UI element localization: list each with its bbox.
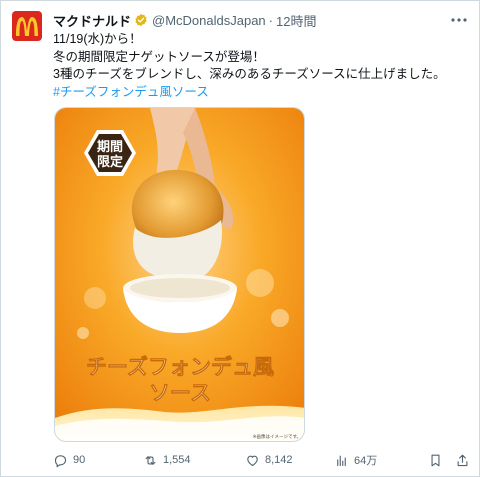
limited-badge-line2: 限定: [97, 154, 123, 170]
tweet-card[interactable]: マクドナルド @McDonaldsJapan · 12時間 11/19(水)から…: [0, 0, 480, 477]
reply-button[interactable]: 90: [53, 450, 85, 470]
retweet-count: 1,554: [163, 454, 191, 466]
reply-icon: [54, 454, 67, 467]
more-options-icon[interactable]: [449, 11, 469, 29]
author-handle[interactable]: @McDonaldsJapan: [152, 13, 266, 28]
retweet-icon: [145, 455, 156, 465]
tweet-text: 11/19(水)から！ 冬の期間限定ナゲットソースが登場！ 3種のチーズをブレン…: [53, 31, 473, 101]
tweet-actions: 90 1,554 8,142 64万: [53, 450, 473, 470]
author-name[interactable]: マクドナルド: [53, 11, 131, 30]
like-button[interactable]: 8,142: [245, 450, 293, 470]
reply-count: 90: [73, 454, 86, 466]
share-button[interactable]: [455, 450, 470, 470]
tweet-text-line-1: 11/19(水)から！: [53, 32, 142, 46]
bookmark-button[interactable]: [428, 450, 443, 470]
tweet-media-image[interactable]: 期間 限定 チーズフォンデュ風 ソース ※画像はイメージです。: [54, 107, 305, 442]
views-chart-icon: [337, 455, 346, 466]
limited-badge-line1: 期間: [97, 140, 123, 155]
views-button[interactable]: 64万: [334, 450, 377, 470]
promo-title-line2: ソース: [149, 381, 211, 405]
promo-image: 期間 限定 チーズフォンデュ風 ソース ※画像はイメージです。: [55, 108, 304, 441]
like-count: 8,142: [265, 454, 293, 466]
bookmark-icon: [431, 454, 440, 466]
hashtag-link[interactable]: #チーズフォンデュ風ソース: [53, 84, 473, 102]
tweet-timestamp[interactable]: 12時間: [276, 11, 316, 30]
avatar[interactable]: [12, 11, 42, 41]
retweet-button[interactable]: 1,554: [143, 450, 191, 470]
share-icon: [457, 454, 468, 466]
separator-dot: ·: [268, 12, 274, 28]
views-count: 64万: [354, 455, 378, 467]
verified-badge-icon: [135, 13, 147, 27]
promo-title-line1: チーズフォンデュ風: [86, 355, 274, 379]
tweet-text-line-2: 冬の期間限定ナゲットソースが登場！: [53, 49, 265, 64]
mcdonalds-logo-icon: [16, 17, 38, 36]
heart-icon: [247, 455, 258, 466]
tweet-text-line-3: 3種のチーズをブレンドし、深みのあるチーズソースに仕上げました。: [53, 67, 446, 81]
image-note: ※画像はイメージです。: [253, 433, 301, 440]
tweet-header: マクドナルド @McDonaldsJapan · 12時間: [53, 11, 316, 29]
